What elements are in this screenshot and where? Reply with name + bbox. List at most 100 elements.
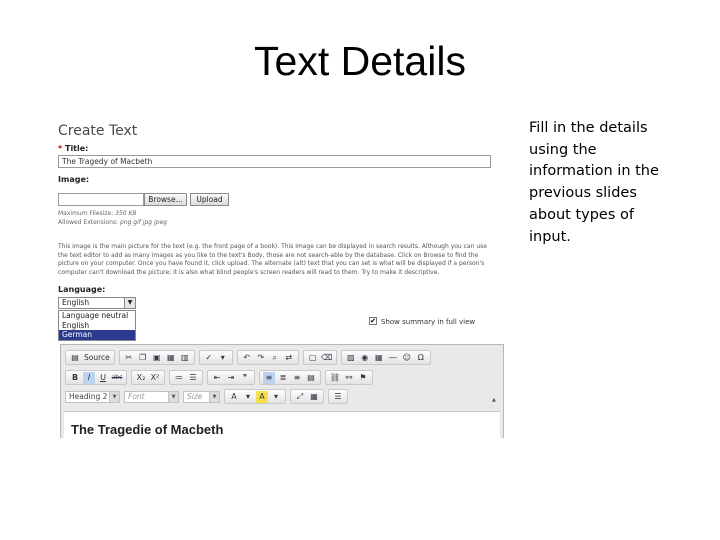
- table-icon[interactable]: ▦: [373, 352, 385, 364]
- teaser-break-icon[interactable]: ☰: [332, 391, 344, 403]
- language-option-highlighted[interactable]: German: [59, 330, 135, 340]
- font-placeholder: Font: [128, 391, 145, 401]
- language-option[interactable]: English: [59, 321, 135, 331]
- unlink-icon[interactable]: ⚯: [343, 372, 355, 384]
- align-left-icon[interactable]: ≡: [263, 371, 275, 384]
- rich-text-editor: ▤ Source ✂ ❐ ▣ ▦ ▥ ✓ ▾ ↶ ↷ ⌕ ⇄ ▢ ⌫ ▨ ◉ ▦…: [60, 344, 504, 438]
- allowed-extensions-value: png gif jpg jpeg: [119, 219, 167, 226]
- text-color-dropdown-icon[interactable]: ▾: [242, 391, 254, 403]
- blockquote-icon[interactable]: ❞: [239, 372, 251, 384]
- text-color-icon[interactable]: A: [228, 391, 240, 403]
- horizontal-rule-icon[interactable]: ―: [387, 352, 399, 364]
- strikethrough-button[interactable]: abc: [111, 372, 123, 384]
- find-icon[interactable]: ⌕: [269, 352, 281, 364]
- background-color-icon[interactable]: A: [256, 390, 268, 403]
- language-option[interactable]: Language neutral: [59, 311, 135, 321]
- subscript-button[interactable]: X₂: [135, 372, 147, 384]
- language-label: Language:: [58, 285, 106, 294]
- undo-icon[interactable]: ↶: [241, 352, 253, 364]
- copy-icon[interactable]: ❐: [137, 352, 149, 364]
- language-select[interactable]: English ▼: [58, 297, 136, 309]
- smiley-icon[interactable]: ☺: [401, 352, 413, 364]
- image-icon[interactable]: ▨: [345, 352, 357, 364]
- max-filesize-label: Maximum Filesize:: [58, 210, 114, 217]
- background-color-dropdown-icon[interactable]: ▾: [270, 391, 282, 403]
- underline-button[interactable]: U: [97, 372, 109, 384]
- slide-note: Fill in the details using the informatio…: [529, 120, 659, 245]
- align-justify-icon[interactable]: ▤: [305, 372, 317, 384]
- show-summary-checkbox[interactable]: ✔: [369, 317, 377, 325]
- paste-word-icon[interactable]: ▥: [179, 352, 191, 364]
- clipboard-group: ✂ ❐ ▣ ▦ ▥: [118, 350, 195, 365]
- cut-icon[interactable]: ✂: [123, 352, 135, 364]
- outdent-icon[interactable]: ⇤: [211, 372, 223, 384]
- redo-icon[interactable]: ↷: [255, 352, 267, 364]
- page-heading: Create Text: [58, 123, 138, 139]
- replace-icon[interactable]: ⇄: [283, 352, 295, 364]
- format-select[interactable]: Heading 2 ▼: [65, 390, 120, 403]
- slide-title: Text Details: [254, 38, 466, 84]
- script-group: X₂ X²: [131, 370, 165, 385]
- bulleted-list-icon[interactable]: ☰: [187, 372, 199, 384]
- color-group: A ▾ A ▾: [224, 389, 286, 404]
- chevron-down-icon[interactable]: ▼: [124, 298, 135, 308]
- format-value: Heading 2: [69, 391, 108, 401]
- show-blocks-icon[interactable]: ▦: [308, 391, 320, 403]
- chevron-down-icon[interactable]: ▼: [209, 391, 219, 402]
- remove-format-icon[interactable]: ⌫: [321, 352, 333, 364]
- break-group: ☰: [328, 389, 348, 404]
- selection-group: ▢ ⌫: [302, 350, 337, 365]
- source-icon[interactable]: ▤: [69, 352, 81, 364]
- spellcheck-icon[interactable]: ✓: [203, 352, 215, 364]
- toolbar-row-1: ▤ Source ✂ ❐ ▣ ▦ ▥ ✓ ▾ ↶ ↷ ⌕ ⇄ ▢ ⌫ ▨ ◉ ▦…: [65, 350, 435, 365]
- toolbar-row-3: Heading 2 ▼ Font ▼ Size ▼ A ▾ A ▾ ⤢ ▦ ☰: [65, 389, 352, 404]
- align-right-icon[interactable]: ≡: [291, 372, 303, 384]
- list-group: ≔ ☰: [169, 370, 203, 385]
- anchor-icon[interactable]: ⚑: [357, 372, 369, 384]
- title-label-row: * Title:: [58, 144, 88, 153]
- link-icon[interactable]: ⛓: [329, 372, 341, 384]
- source-button[interactable]: Source: [84, 353, 110, 362]
- chevron-down-icon[interactable]: ▼: [168, 391, 178, 402]
- paste-text-icon[interactable]: ▦: [165, 352, 177, 364]
- create-text-screenshot: Create Text * Title: The Tragedy of Macb…: [55, 118, 507, 438]
- language-options-list: Language neutral English German: [58, 310, 136, 341]
- editor-content-heading: The Tragedie of Macbeth: [71, 422, 224, 437]
- align-center-icon[interactable]: ≣: [277, 372, 289, 384]
- numbered-list-icon[interactable]: ≔: [173, 372, 185, 384]
- spellcheck-dropdown-icon[interactable]: ▾: [217, 352, 229, 364]
- maximize-icon[interactable]: ⤢: [294, 391, 306, 403]
- paste-icon[interactable]: ▣: [151, 352, 163, 364]
- image-label: Image:: [58, 175, 90, 184]
- superscript-button[interactable]: X²: [149, 372, 161, 384]
- basic-style-group: B I U abc: [65, 370, 127, 385]
- bold-button[interactable]: B: [69, 372, 81, 384]
- font-select[interactable]: Font ▼: [124, 390, 179, 403]
- title-input[interactable]: The Tragedy of Macbeth: [58, 155, 491, 168]
- upload-button[interactable]: Upload: [190, 193, 229, 206]
- flash-icon[interactable]: ◉: [359, 352, 371, 364]
- indent-group: ⇤ ⇥ ❞: [207, 370, 255, 385]
- max-filesize-note: Maximum Filesize: 350 KB: [58, 210, 137, 217]
- special-char-icon[interactable]: Ω: [415, 352, 427, 364]
- image-file-input[interactable]: [58, 193, 144, 206]
- indent-icon[interactable]: ⇥: [225, 372, 237, 384]
- insert-group: ▨ ◉ ▦ ― ☺ Ω: [340, 350, 431, 365]
- chevron-down-icon[interactable]: ▼: [109, 391, 119, 402]
- editor-content-area[interactable]: The Tragedie of Macbeth: [64, 411, 500, 438]
- size-placeholder: Size: [187, 391, 203, 401]
- spellcheck-group: ✓ ▾: [198, 350, 233, 365]
- allowed-extensions-label: Allowed Extensions:: [58, 219, 119, 226]
- select-all-icon[interactable]: ▢: [307, 352, 319, 364]
- toolbar-collapse-icon[interactable]: ▲: [492, 397, 499, 404]
- browse-button[interactable]: Browse...: [144, 193, 187, 206]
- max-filesize-value: 350 KB: [115, 210, 137, 217]
- language-selected-value: English: [62, 298, 90, 307]
- toolbar-row-2: B I U abc X₂ X² ≔ ☰ ⇤ ⇥ ❞ ≡ ≣ ≡ ▤ ⛓ ⚯ ⚑: [65, 370, 377, 385]
- italic-button[interactable]: I: [83, 371, 95, 384]
- size-select[interactable]: Size ▼: [183, 390, 220, 403]
- history-group: ↶ ↷ ⌕ ⇄: [236, 350, 299, 365]
- required-mark: *: [58, 144, 63, 153]
- allowed-extensions-note: Allowed Extensions: png gif jpg jpeg: [58, 219, 167, 226]
- tools-group: ⤢ ▦: [290, 389, 324, 404]
